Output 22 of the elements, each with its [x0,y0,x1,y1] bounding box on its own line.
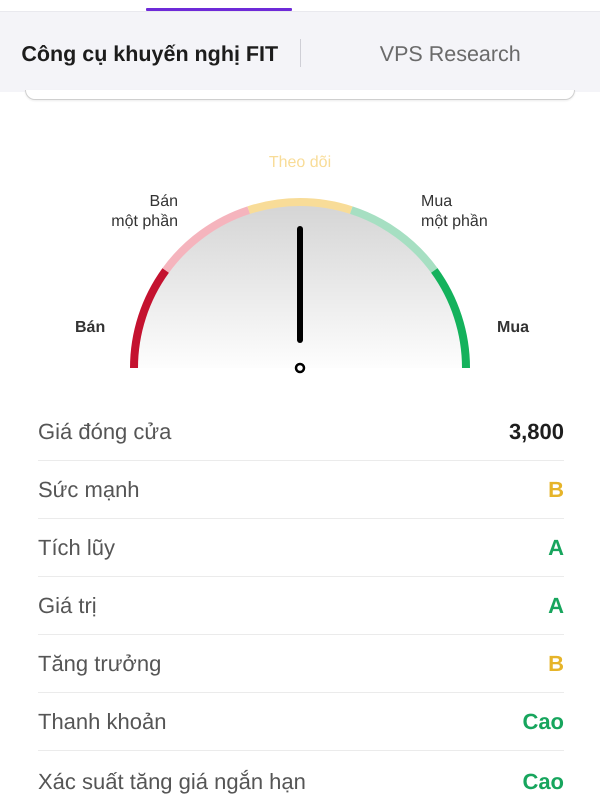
gauge-label: Bán [75,318,106,338]
metric-value: A [548,534,564,560]
metric-label: Giá trị [38,592,97,618]
tab[interactable]: Công cụ khuyến nghị FIT [0,12,300,90]
metric-value: Cao [522,708,564,734]
gauge-label: Mua [497,318,529,338]
gauge-label: Bán một phần [111,192,178,232]
metric-label: Thanh khoản [38,708,166,734]
metric-label: Tích lũy [38,534,116,560]
pivot-ring-icon [294,362,306,374]
metric-value: B [548,476,564,502]
tab[interactable]: VPS Research [300,12,600,90]
gauge-label: Theo dõi [268,153,332,173]
metric-label: Sức mạnh [38,476,140,502]
metric-value: 3,800 [508,418,564,444]
metric-value: A [548,592,564,618]
gauge-label: Mua một phần [421,192,488,232]
metric-label: Giá đóng cửa [38,418,172,444]
metric-label: Tăng trưởng [38,650,162,676]
metric-label: Xác suất tăng giá ngắn hạn [38,769,306,795]
metric-value: Cao [522,769,564,795]
metric-value: B [548,650,564,676]
